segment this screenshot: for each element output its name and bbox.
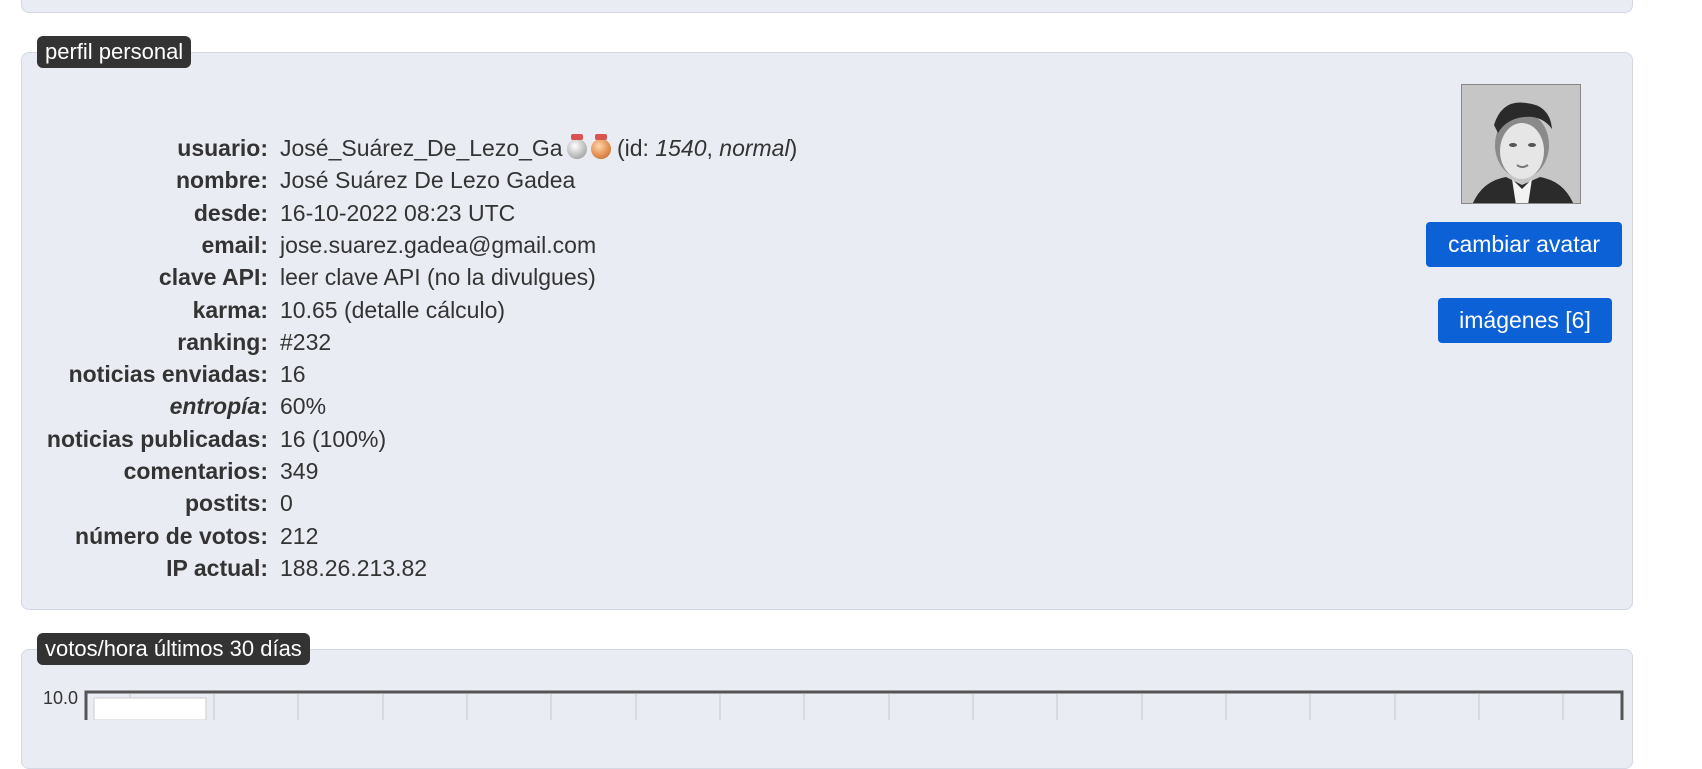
profile-row-value: 16 (100%) [280,425,387,452]
profile-row: nombre: José Suárez De Lezo Gadea [0,164,1702,196]
change-avatar-button[interactable]: cambiar avatar [1426,222,1622,267]
previous-section-panel [21,0,1633,13]
profile-row-value: 10.65 (detalle cálculo) [280,296,506,323]
profile-row-label: desde: [193,199,268,226]
profile-row-value: leer clave API (no la divulgues) [280,264,596,291]
y-tick-label: 10.0 [43,688,78,708]
profile-row: comentarios: 349 [0,455,1702,487]
profile-row-label: karma: [192,296,268,323]
profile-row-label: usuario: [177,135,268,161]
bronze-medal-icon [590,134,611,159]
profile-row-label: entropía: [169,393,268,420]
profile-row-label: ranking: [177,328,268,355]
chart-grid [84,690,1624,720]
profile-row-value: jose.suarez.gadea@gmail.com [280,231,597,258]
profile-row-value: #232 [280,328,332,355]
profile-row-value: José_Suárez_De_Lezo_Ga (id: 1540, normal… [280,134,798,161]
profile-row-value: 16-10-2022 08:23 UTC [280,199,516,226]
profile-row-label: nombre: [176,167,268,194]
profile-row: usuario: José_Suárez_De_Lezo_Ga (id: 1540… [0,132,1702,164]
avatar-image [1462,85,1580,203]
chart-frame [84,690,1624,720]
profile-row: IP actual: 188.26.213.82 [0,552,1702,584]
profile-row: número de votos: 212 [0,520,1702,552]
profile-row-label: comentarios: [123,458,268,484]
profile-row-label: noticias publicadas: [46,425,268,452]
profile-row: postits: 0 [0,487,1702,519]
profile-row: noticias publicadas: 16 (100%) [0,423,1702,455]
votes-chart-title: votos/hora últimos 30 días [37,633,310,665]
profile-row-value: José Suárez De Lezo Gadea [280,167,576,194]
profile-row: entropía: 60% [0,390,1702,422]
profile-section-title: perfil personal [37,36,192,68]
profile-row-value: 212 [280,522,319,549]
profile-row-label: noticias enviadas: [68,361,268,388]
chart-legend-box [93,697,207,720]
profile-row-label: email: [201,231,268,258]
silver-medal-icon [566,134,587,159]
avatar [1461,84,1581,204]
profile-row-value: 188.26.213.82 [280,554,428,581]
votes-chart: 10.0 [43,688,1624,720]
profile-row-value: 0 [280,490,293,517]
images-button[interactable]: imágenes [6] [1438,298,1612,343]
profile-row-label: postits: [184,490,268,517]
profile-row-value: 60% [280,393,327,420]
profile-row-value: 349 [280,458,319,484]
profile-row-value: 16 [280,361,306,388]
profile-row-label: clave API: [158,264,268,291]
profile-row-label: número de votos: [75,522,268,549]
profile-row: noticias enviadas: 16 [0,358,1702,390]
profile-row-label: IP actual: [166,554,268,581]
